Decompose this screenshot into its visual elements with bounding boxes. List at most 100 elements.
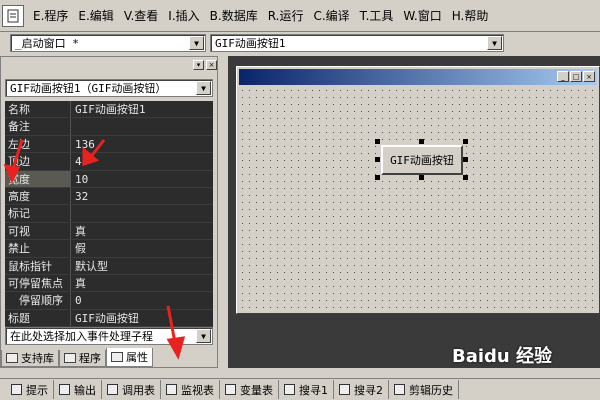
property-row[interactable]: 禁止 假 [5,240,213,258]
tab-label: 提示 [26,383,48,397]
call-table-icon [107,384,118,395]
resize-handle[interactable] [463,139,468,144]
property-value[interactable]: 48 [71,153,213,169]
tab-output[interactable]: 输出 [54,380,102,399]
menu-help[interactable]: H.帮助 [447,7,494,24]
tab-search-1[interactable]: 搜寻1 [279,380,334,399]
property-name: 可视 [5,222,71,240]
property-row[interactable]: 宽度 10 [5,170,213,188]
property-row[interactable]: 名称 GIF动画按钮1 [5,101,213,119]
form-canvas[interactable]: GIF动画按钮 [239,87,597,311]
property-row[interactable]: 可视 真 [5,222,213,241]
menu-tools[interactable]: T.工具 [355,7,399,24]
gif-button-label: GIF动画按钮 [390,154,454,167]
bottom-tab-bar: 提示 输出 调用表 监视表 变量表 搜寻1 搜寻2 剪辑历史 [0,378,600,400]
property-row[interactable]: 备注 [5,118,213,136]
property-value[interactable]: 真 [71,275,213,291]
resize-handle[interactable] [375,175,380,180]
property-value[interactable]: GIF动画按钮 [71,310,213,326]
property-object-combo[interactable]: GIF动画按钮1（GIF动画按钮） ▼ [5,79,213,97]
tab-watch-table[interactable]: 监视表 [161,380,220,399]
search-icon [339,384,350,395]
chevron-down-icon[interactable]: ▼ [487,36,502,50]
property-value[interactable] [71,205,213,221]
property-row[interactable]: 顶边 48 [5,153,213,171]
property-name: 左边 [5,135,71,153]
property-value[interactable]: 假 [71,240,213,256]
chevron-down-icon[interactable]: ▼ [189,36,204,50]
menu-window[interactable]: W.窗口 [398,7,446,24]
resize-handle[interactable] [375,157,380,162]
form-window[interactable]: _ □ × GIF动画按钮 [236,66,600,314]
resize-handle[interactable] [375,139,380,144]
property-row[interactable]: 停留顺序 0 [5,292,213,310]
tab-support-library[interactable]: 支持库 [1,350,59,367]
tab-label: 属性 [126,351,148,364]
event-combo[interactable]: 在此处选择加入事件处理子程 ▼ [5,327,213,345]
property-value[interactable] [71,118,213,134]
property-value[interactable]: GIF动画按钮1 [71,101,213,117]
menu-edit[interactable]: E.编辑 [73,7,118,24]
property-value[interactable]: 0 [71,292,213,308]
menu-insert[interactable]: I.插入 [163,7,204,24]
program-icon [64,353,76,363]
minimize-icon[interactable]: _ [557,71,569,82]
property-value[interactable]: 136 [71,136,213,152]
property-row[interactable]: 鼠标指针 默认型 [5,257,213,275]
window-combo-value: _启动窗口 * [15,37,79,50]
property-row[interactable]: 可停留焦点 真 [5,274,213,293]
baidu-watermark: Baidu 经验 [452,340,600,370]
document-icon [7,9,19,22]
menu-program[interactable]: E.程序 [28,7,73,24]
property-value[interactable]: 真 [71,223,213,239]
resize-handle[interactable] [463,175,468,180]
tab-label: 输出 [74,383,96,397]
property-name: 禁止 [5,240,71,257]
tab-call-table[interactable]: 调用表 [102,380,161,399]
property-row[interactable]: 标记 [5,205,213,223]
property-object-value: GIF动画按钮1（GIF动画按钮） [10,82,167,95]
event-combo-value: 在此处选择加入事件处理子程 [10,330,153,343]
menu-view[interactable]: V.查看 [119,7,163,24]
tab-properties[interactable]: 属性 [106,348,153,367]
tab-hint[interactable]: 提示 [6,380,54,399]
tab-clip-history[interactable]: 剪辑历史 [389,380,459,399]
property-value[interactable]: 32 [71,188,213,204]
window-combo[interactable]: _启动窗口 * ▼ [10,34,206,52]
chevron-down-icon[interactable]: ▼ [196,329,211,343]
app-icon[interactable] [2,4,24,27]
watermark-text: Baidu 经验 [452,346,553,367]
gif-animation-button[interactable]: GIF动画按钮 [381,145,463,175]
property-value[interactable]: 10 [71,171,213,187]
property-name: 可停留焦点 [5,274,71,292]
menu-compile[interactable]: C.编译 [308,7,354,24]
designer-area: _ □ × GIF动画按钮 [228,56,600,368]
resize-handle[interactable] [419,175,424,180]
resize-handle[interactable] [463,157,468,162]
chevron-down-icon[interactable]: ▼ [196,81,211,95]
resize-handle[interactable] [419,139,424,144]
variable-icon [225,384,236,395]
property-grid: 名称 GIF动画按钮1 备注 左边 136 顶边 48 宽度 10 高度 32 … [5,101,213,345]
property-row[interactable]: 左边 136 [5,135,213,154]
panel-close-button[interactable]: × [206,60,217,70]
close-icon[interactable]: × [583,71,595,82]
maximize-icon[interactable]: □ [570,71,582,82]
tab-program[interactable]: 程序 [59,350,106,367]
properties-panel: ▾ × GIF动画按钮1（GIF动画按钮） ▼ 名称 GIF动画按钮1 备注 左… [0,56,218,368]
property-row[interactable]: 标题 GIF动画按钮 [5,309,213,328]
menu-database[interactable]: B.数据库 [205,7,263,24]
clipboard-icon [394,384,405,395]
property-value[interactable]: 默认型 [71,258,213,274]
search-icon [284,384,295,395]
panel-menu-button[interactable]: ▾ [193,60,204,70]
tab-variable-table[interactable]: 变量表 [220,380,279,399]
tab-label: 监视表 [181,383,214,397]
tab-search-2[interactable]: 搜寻2 [334,380,389,399]
form-titlebar[interactable]: _ □ × [239,69,597,85]
property-row[interactable]: 高度 32 [5,187,213,206]
object-combo[interactable]: GIF动画按钮1 ▼ [210,34,504,52]
property-name: 高度 [5,187,71,205]
menu-run[interactable]: R.运行 [263,7,309,24]
property-name: 鼠标指针 [5,257,71,274]
